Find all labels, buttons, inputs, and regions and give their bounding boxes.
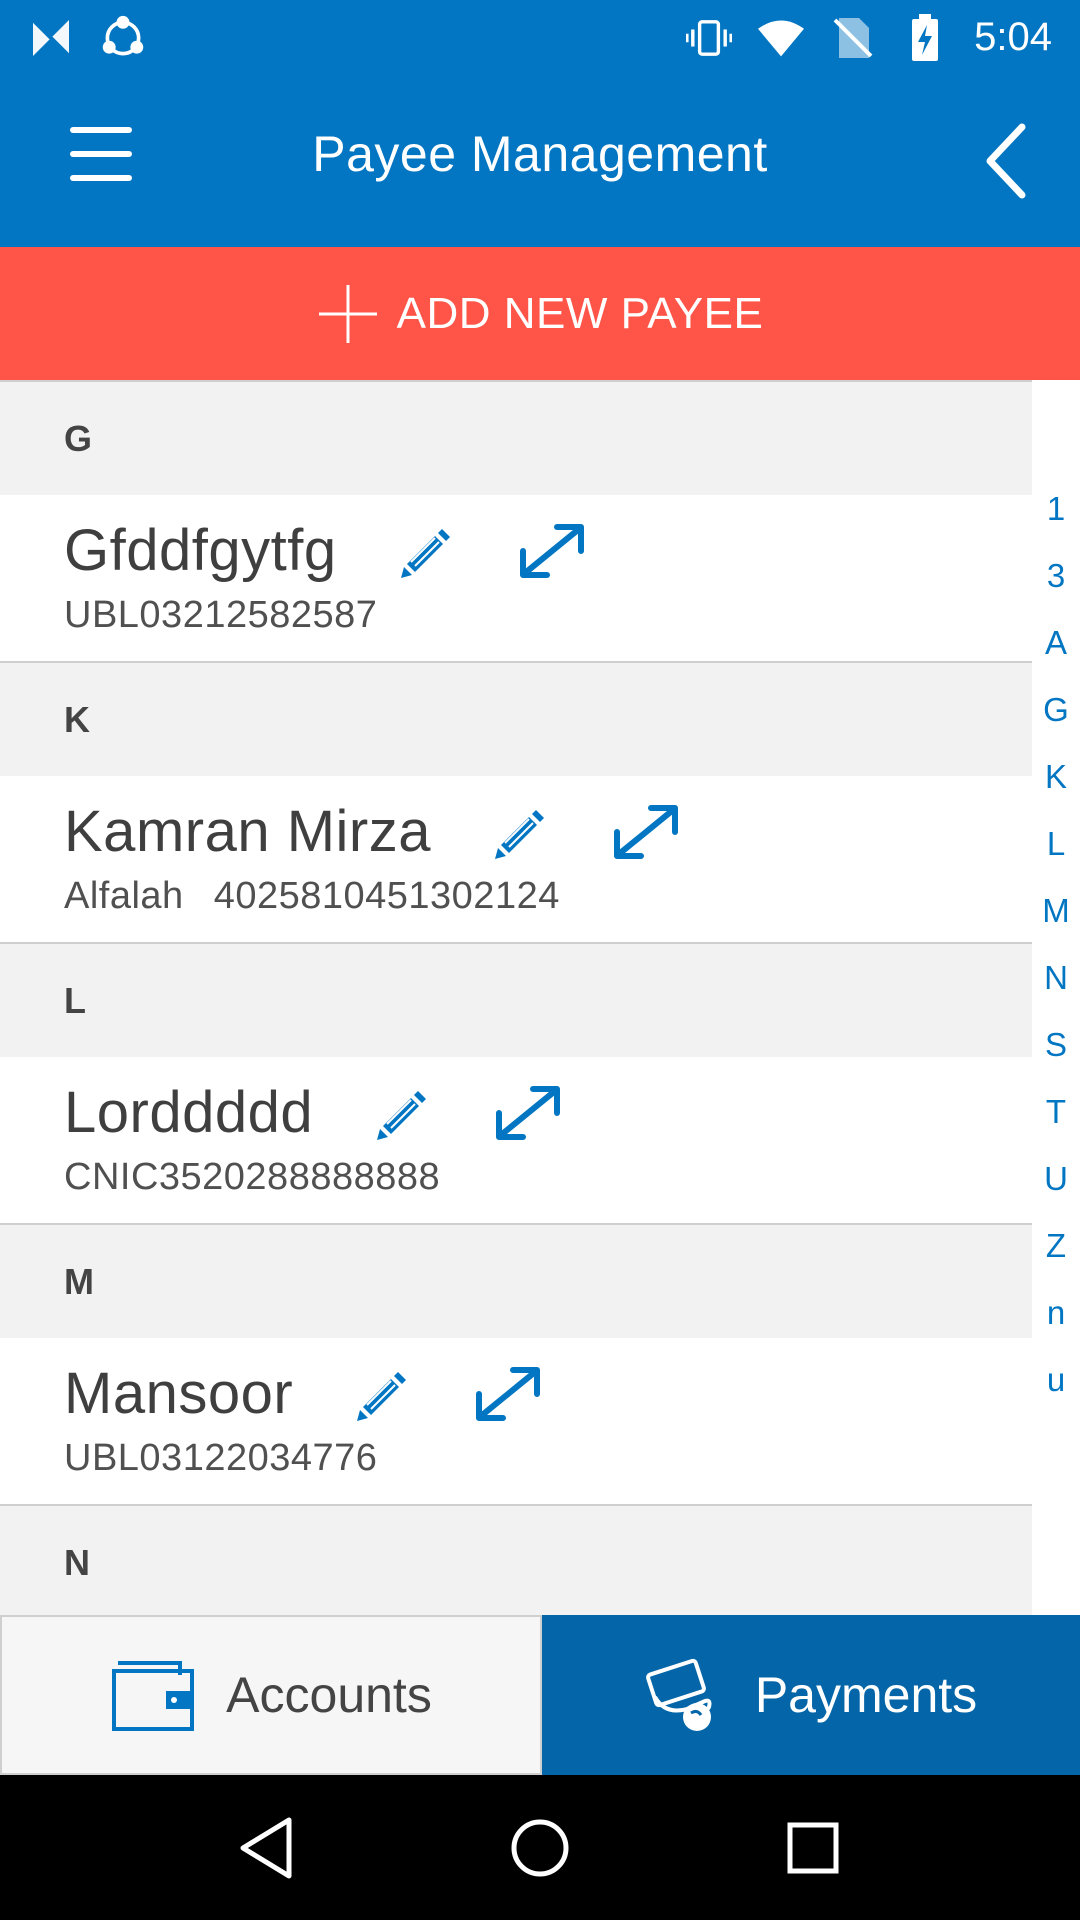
index-letter[interactable]: Z — [1032, 1227, 1080, 1265]
section-header: L — [0, 942, 1032, 1057]
index-letter[interactable]: A — [1032, 624, 1080, 662]
section-letter: L — [64, 979, 86, 1021]
edit-pencil-icon[interactable] — [493, 805, 547, 859]
index-letter[interactable]: U — [1032, 1160, 1080, 1198]
tab-accounts-label: Accounts — [226, 1667, 432, 1723]
alphabet-index[interactable]: 1 3 AGKLMNSTUZnu — [1032, 380, 1080, 1615]
wallet-icon — [112, 1661, 195, 1731]
index-letter[interactable]: K — [1032, 758, 1080, 796]
index-letter[interactable]: n — [1032, 1294, 1080, 1332]
bottom-tab-bar: Accounts Payments — [0, 1615, 1080, 1775]
payee-bank: Alfalah — [64, 875, 184, 917]
plus-icon — [318, 284, 377, 343]
edit-pencil-icon[interactable] — [375, 1086, 429, 1140]
section-letter: M — [64, 1260, 94, 1302]
edit-pencil-icon[interactable] — [399, 524, 453, 578]
section-letter: K — [64, 698, 90, 740]
share-app-icon — [100, 15, 146, 61]
add-new-payee-label: ADD NEW PAYEE — [396, 288, 764, 338]
payee-account: 4025810451302124 — [213, 875, 560, 917]
expand-arrows-icon[interactable] — [493, 1083, 563, 1143]
wifi-icon — [758, 15, 805, 61]
index-letter[interactable]: T — [1032, 1093, 1080, 1131]
payee-details: UBL03212582587 — [64, 594, 1032, 637]
index-letter[interactable]: G — [1032, 691, 1080, 729]
tab-payments-label: Payments — [754, 1667, 978, 1723]
payee-row[interactable]: Mansoor UBL03122034776 — [0, 1338, 1032, 1504]
index-letter[interactable]: L — [1032, 825, 1080, 863]
chevron-left-icon[interactable] — [976, 119, 1040, 203]
tab-payments[interactable]: Payments — [542, 1615, 1080, 1775]
no-sim-icon — [830, 15, 876, 61]
page-title: Payee Management — [312, 126, 768, 182]
app-header: Payee Management — [0, 75, 1080, 247]
section-header: N — [0, 1504, 1032, 1615]
index-letter[interactable]: N — [1032, 959, 1080, 997]
hand-payment-icon — [645, 1658, 712, 1731]
section-header: K — [0, 661, 1032, 776]
expand-arrows-icon[interactable] — [611, 802, 681, 862]
vibrate-icon — [686, 15, 733, 61]
payee-row[interactable]: Kamran Mirza Alfalah 4025810451302124 — [0, 776, 1032, 942]
payee-details: CNIC3520288888888 — [64, 1156, 1032, 1199]
section-header: G — [0, 380, 1032, 495]
app-root: 5:04 Payee Management ADD NEW PAYEE G Gf… — [0, 0, 1080, 1920]
index-letter[interactable]: S — [1032, 1026, 1080, 1064]
index-letter[interactable]: 3 — [1032, 557, 1080, 595]
payee-name: Gfddfgytfg — [64, 518, 337, 583]
payee-name: Lorddddd — [64, 1080, 314, 1145]
payee-name: Kamran Mirza — [64, 799, 431, 864]
section-letter: N — [64, 1541, 90, 1583]
payee-details: Alfalah 4025810451302124 — [64, 875, 1032, 918]
index-letter[interactable]: 1 — [1032, 490, 1080, 528]
payee-row[interactable]: Lorddddd CNIC3520288888888 — [0, 1057, 1032, 1223]
index-letter[interactable]: M — [1032, 892, 1080, 930]
index-letter[interactable]: u — [1032, 1361, 1080, 1399]
expand-arrows-icon[interactable] — [473, 1364, 543, 1424]
payee-name: Mansoor — [64, 1361, 294, 1426]
add-new-payee-button[interactable]: ADD NEW PAYEE — [0, 247, 1080, 380]
payee-row[interactable]: Gfddfgytfg UBL03212582587 — [0, 495, 1032, 661]
section-letter: G — [64, 417, 93, 459]
back-triangle-icon[interactable] — [227, 1808, 307, 1888]
clock: 5:04 — [974, 15, 1052, 59]
payee-account: UBL03212582587 — [64, 594, 378, 636]
payee-details: UBL03122034776 — [64, 1437, 1032, 1480]
payee-account: CNIC3520288888888 — [64, 1156, 441, 1198]
payee-account: UBL03122034776 — [64, 1437, 378, 1479]
system-nav-bar — [0, 1775, 1080, 1920]
battery-charging-icon — [902, 13, 948, 61]
status-bar: 5:04 — [0, 0, 1080, 75]
n-notification-icon — [28, 15, 74, 61]
tab-accounts[interactable]: Accounts — [0, 1615, 542, 1775]
expand-arrows-icon[interactable] — [517, 521, 587, 581]
payee-list[interactable]: G Gfddfgytfg UBL03212582587 K Kamran Mir… — [0, 380, 1032, 1615]
section-header: M — [0, 1223, 1032, 1338]
edit-pencil-icon[interactable] — [355, 1367, 409, 1421]
home-circle-icon[interactable] — [500, 1808, 580, 1888]
recents-square-icon[interactable] — [773, 1808, 853, 1888]
